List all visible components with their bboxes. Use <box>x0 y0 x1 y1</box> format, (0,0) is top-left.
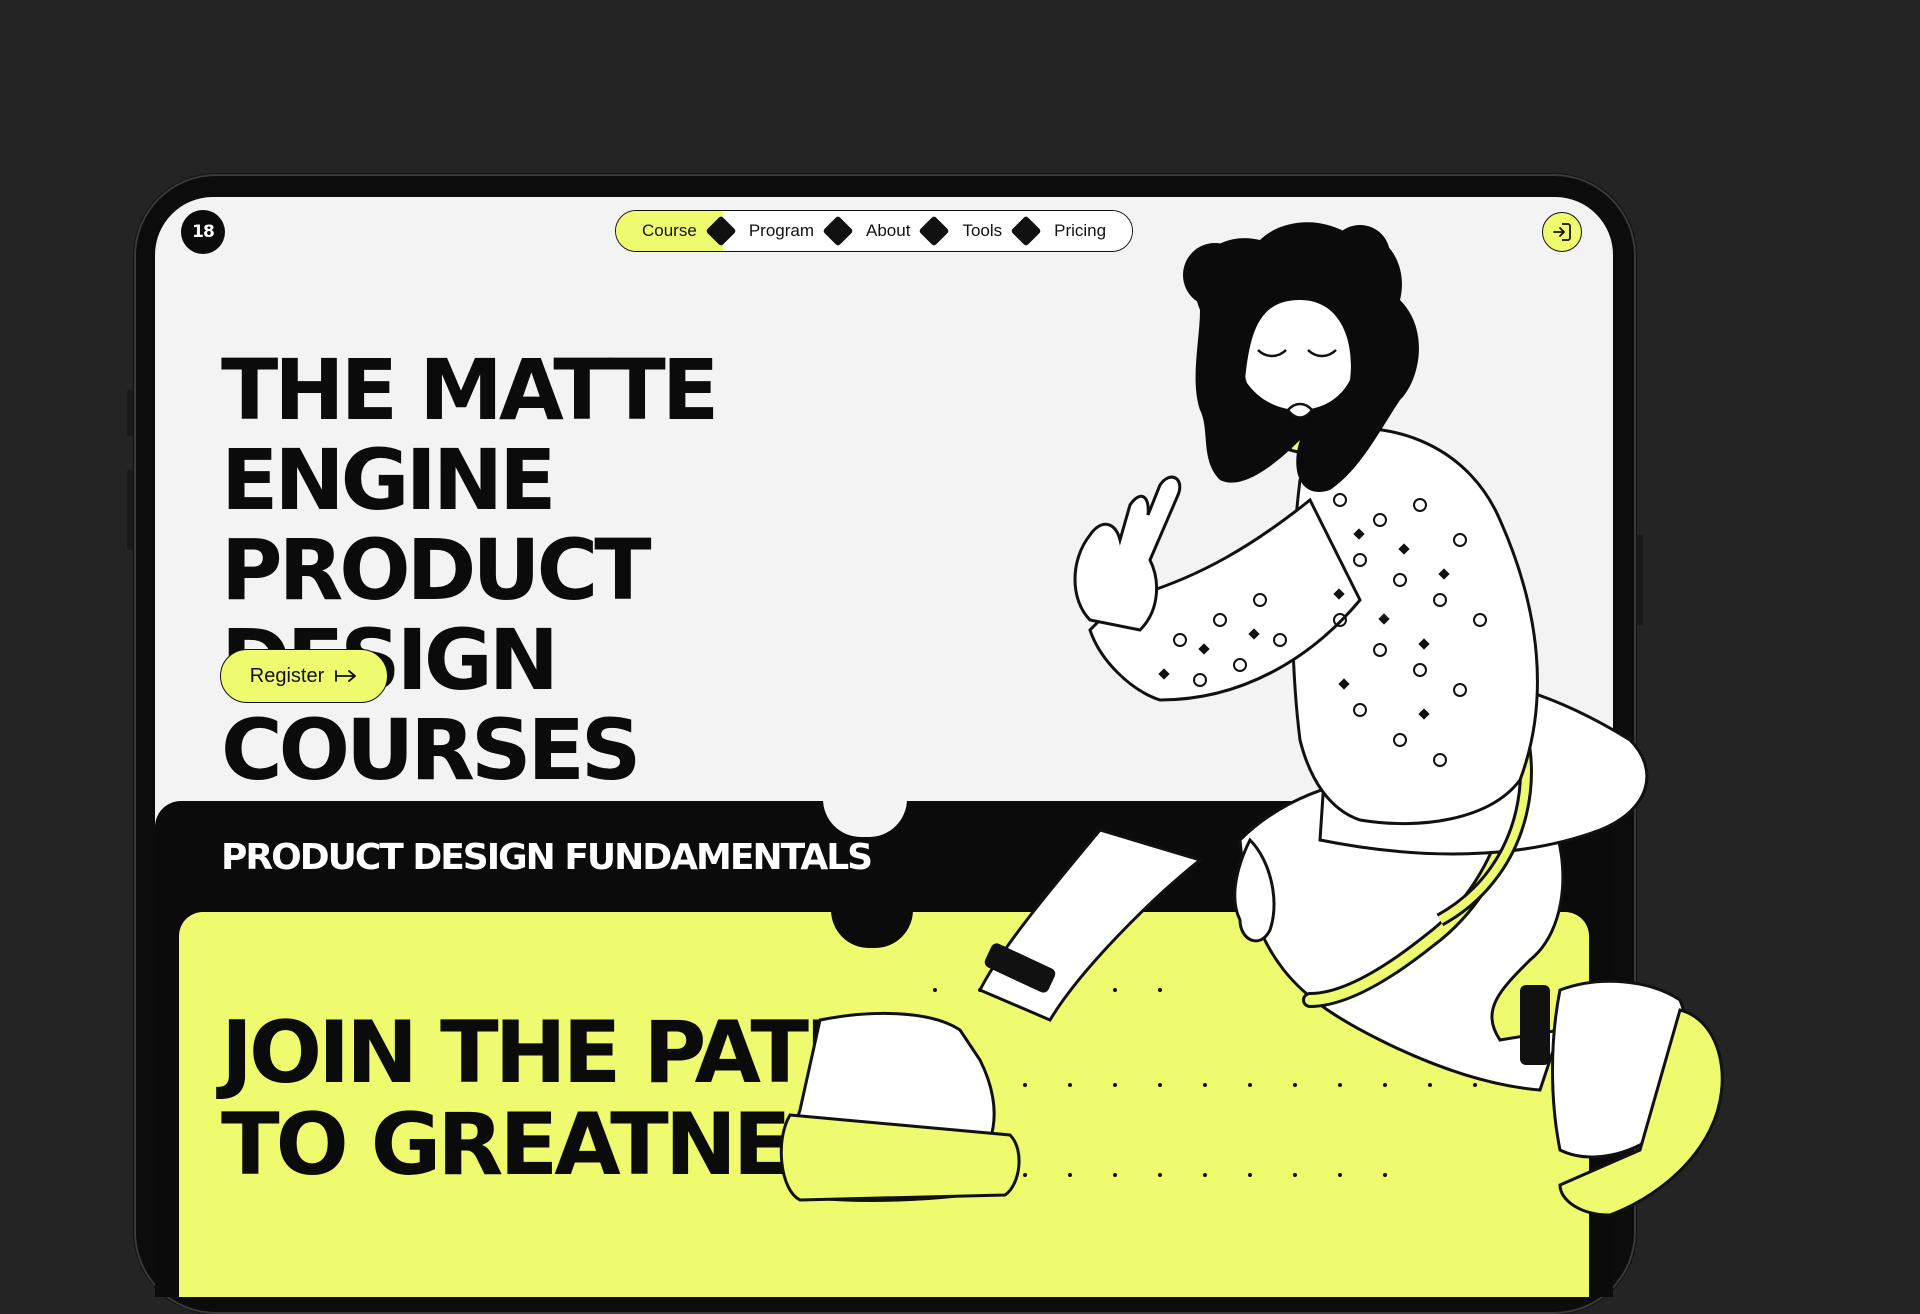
character-illustration <box>779 222 1724 1217</box>
pants-front-leg <box>977 828 1204 1022</box>
